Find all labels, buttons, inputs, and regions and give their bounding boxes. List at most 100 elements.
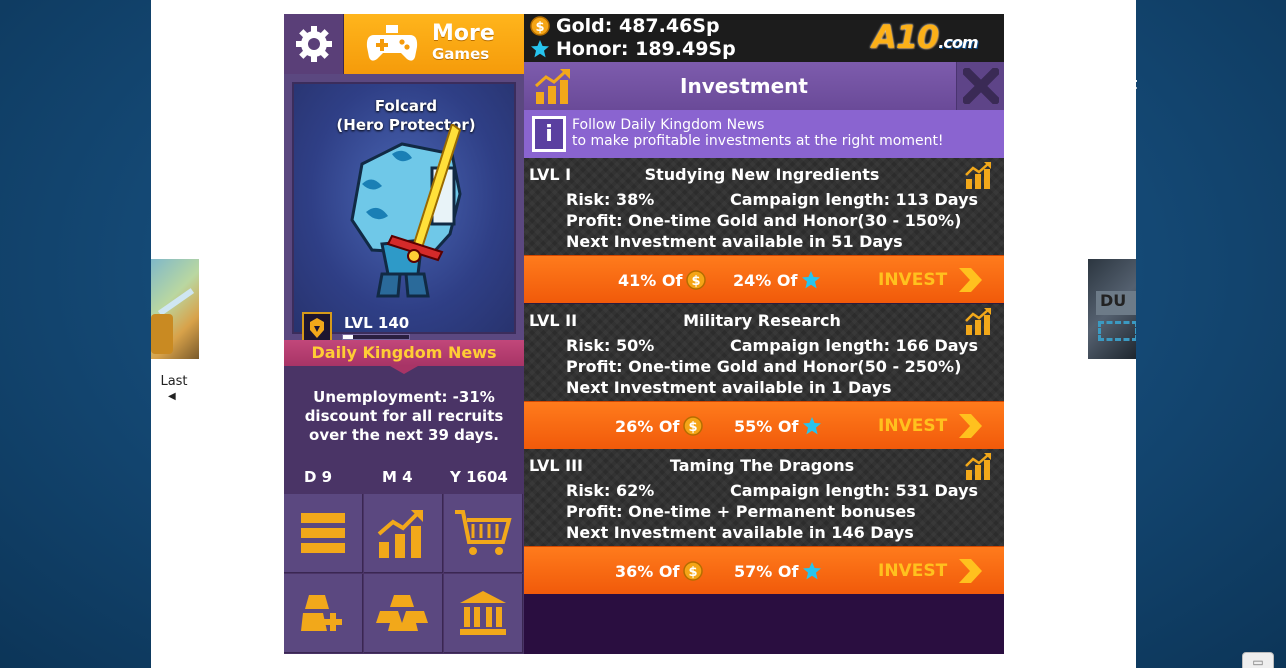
- gold-coin-icon: $: [686, 270, 707, 290]
- hero-name-text: Folcard: [374, 97, 438, 115]
- buy-gold-button[interactable]: [284, 574, 363, 653]
- news-pointer: [390, 366, 418, 374]
- treasury-button[interactable]: [364, 574, 443, 653]
- gold-coin-icon: $: [530, 16, 550, 36]
- shop-button[interactable]: [444, 494, 523, 573]
- bank-button[interactable]: [444, 574, 523, 653]
- invest-button[interactable]: INVEST: [878, 266, 983, 294]
- last-game-thumbnail[interactable]: [151, 259, 199, 359]
- info-icon: i: [532, 116, 566, 152]
- chevron-right-icon: [959, 414, 983, 438]
- investment-risk: Risk: 38%: [566, 190, 655, 209]
- close-icon: [962, 68, 999, 104]
- investment-next: Next Investment available in 1 Days: [566, 378, 892, 397]
- investment-risk: Risk: 62%: [566, 481, 655, 500]
- investment-profit: Profit: One-time + Permanent bonuses: [566, 502, 916, 521]
- investment-level: LVL II: [529, 311, 578, 330]
- logo-suffix: .com: [938, 33, 978, 52]
- last-label[interactable]: Last: [154, 374, 194, 389]
- invest-button[interactable]: INVEST: [878, 412, 983, 440]
- trend-chart-icon: [965, 308, 991, 335]
- last-arrow-icon[interactable]: ◀: [168, 391, 176, 402]
- honor-percentage: 57% Of: [734, 561, 822, 581]
- close-button[interactable]: [956, 62, 1004, 110]
- gold-coin-icon: $: [683, 561, 704, 581]
- investment-next: Next Investment available in 51 Days: [566, 232, 903, 251]
- a10-logo[interactable]: A10.com: [872, 18, 979, 56]
- chain-art: [1098, 321, 1136, 341]
- investment-level: LVL I: [529, 165, 572, 184]
- investment-card: LVL III Taming The Dragons Risk: 62% Cam…: [524, 449, 1004, 546]
- trend-chart-icon: [965, 162, 991, 189]
- news-heading: Daily Kingdom News: [284, 340, 524, 366]
- corner-widget-button[interactable]: ▭: [1242, 652, 1274, 668]
- investment-profit: Profit: One-time Gold and Honor(50 - 250…: [566, 357, 962, 376]
- honor-star-icon: [803, 562, 822, 580]
- sword-blade-art: [157, 288, 195, 316]
- honor-percentage: 24% Of: [733, 270, 821, 290]
- left-panel: More Games Folcard (Hero Protector) LVL …: [284, 14, 524, 654]
- gold-value: Gold: 487.46Sp: [556, 15, 720, 37]
- more-games-line2: Games: [432, 45, 490, 63]
- gold-percentage-text: 41% Of: [618, 270, 683, 290]
- gear-icon: [295, 26, 332, 62]
- chevron-right-icon: [959, 268, 983, 292]
- bank-icon: [460, 591, 506, 635]
- svg-text:$: $: [535, 20, 544, 35]
- investment-title-text: Military Research: [683, 311, 841, 330]
- investment-item: LVL I Studying New Ingredients Risk: 38%…: [524, 158, 1004, 303]
- investment-length: Campaign length: 166 Days: [730, 336, 979, 355]
- investment-next: Next Investment available in 146 Days: [566, 523, 914, 542]
- hero-panel: Folcard (Hero Protector) LVL 140: [284, 74, 524, 344]
- investment-card: LVL I Studying New Ingredients Risk: 38%…: [524, 158, 1004, 255]
- more-games-label: More Games: [432, 23, 495, 64]
- investment-level: LVL III: [529, 456, 583, 475]
- resource-bar: $ Gold: 487.46Sp Honor: 189.49Sp A10.com: [524, 14, 1004, 62]
- gold-percentage: 26% Of $: [615, 416, 704, 436]
- honor-star-icon: [803, 417, 822, 435]
- hero-level: LVL 140: [344, 314, 410, 332]
- honor-percentage-text: 55% Of: [734, 416, 799, 436]
- investment-length: Campaign length: 113 Days: [730, 190, 979, 209]
- honor-star-icon: [531, 40, 549, 58]
- thumbnail-title: DU: [1096, 291, 1136, 315]
- gamepad-icon: [366, 25, 418, 61]
- more-games-button[interactable]: More Games: [344, 14, 524, 74]
- action-grid: [284, 494, 524, 654]
- investment-title: Investment: [680, 74, 808, 98]
- cart-icon: [455, 510, 512, 555]
- next-arrow-icon[interactable]: ▶: [1110, 74, 1122, 93]
- investment-item: LVL III Taming The Dragons Risk: 62% Cam…: [524, 449, 1004, 594]
- news-month: M 4: [382, 468, 413, 486]
- chevron-right-icon: [959, 559, 983, 583]
- svg-text:$: $: [689, 420, 698, 435]
- news-year: Y 1604: [450, 468, 508, 486]
- gold-percentage: 36% Of $: [615, 561, 704, 581]
- next-game-thumbnail[interactable]: DU: [1088, 259, 1136, 359]
- honor-percentage-text: 24% Of: [733, 270, 798, 290]
- investment-item: LVL II Military Research Risk: 50% Campa…: [524, 304, 1004, 449]
- investment-header: Investment: [524, 62, 1004, 110]
- gold-percentage: 41% Of $: [618, 270, 707, 290]
- info-line2: to make profitable investments at the ri…: [572, 133, 944, 149]
- investment-action-bar: 41% Of $ 24% Of INVEST: [524, 255, 1004, 303]
- settings-button[interactable]: [284, 14, 344, 74]
- honor-percentage: 55% Of: [734, 416, 822, 436]
- news-day: D 9: [304, 468, 333, 486]
- investment-action-bar: 36% Of $ 57% Of INVEST: [524, 546, 1004, 594]
- hero-card[interactable]: Folcard (Hero Protector) LVL 140: [292, 82, 516, 344]
- invest-label: INVEST: [878, 416, 948, 436]
- honor-percentage-text: 57% Of: [734, 561, 799, 581]
- armor-art: [151, 314, 173, 354]
- logo-main: A10: [872, 18, 939, 56]
- trend-chart-icon: [377, 510, 423, 558]
- menu-icon: [301, 513, 345, 553]
- menu-button[interactable]: [284, 494, 363, 573]
- invest-button[interactable]: INVEST: [878, 557, 983, 585]
- gold-counter: $ Gold: 487.46Sp: [530, 15, 720, 37]
- investment-button[interactable]: [364, 494, 443, 573]
- info-text: Follow Daily Kingdom News to make profit…: [572, 117, 944, 149]
- investment-card: LVL II Military Research Risk: 50% Campa…: [524, 304, 1004, 401]
- news-text: Unemployment: -31% discount for all recr…: [304, 388, 504, 444]
- gold-stack-icon: [376, 595, 428, 631]
